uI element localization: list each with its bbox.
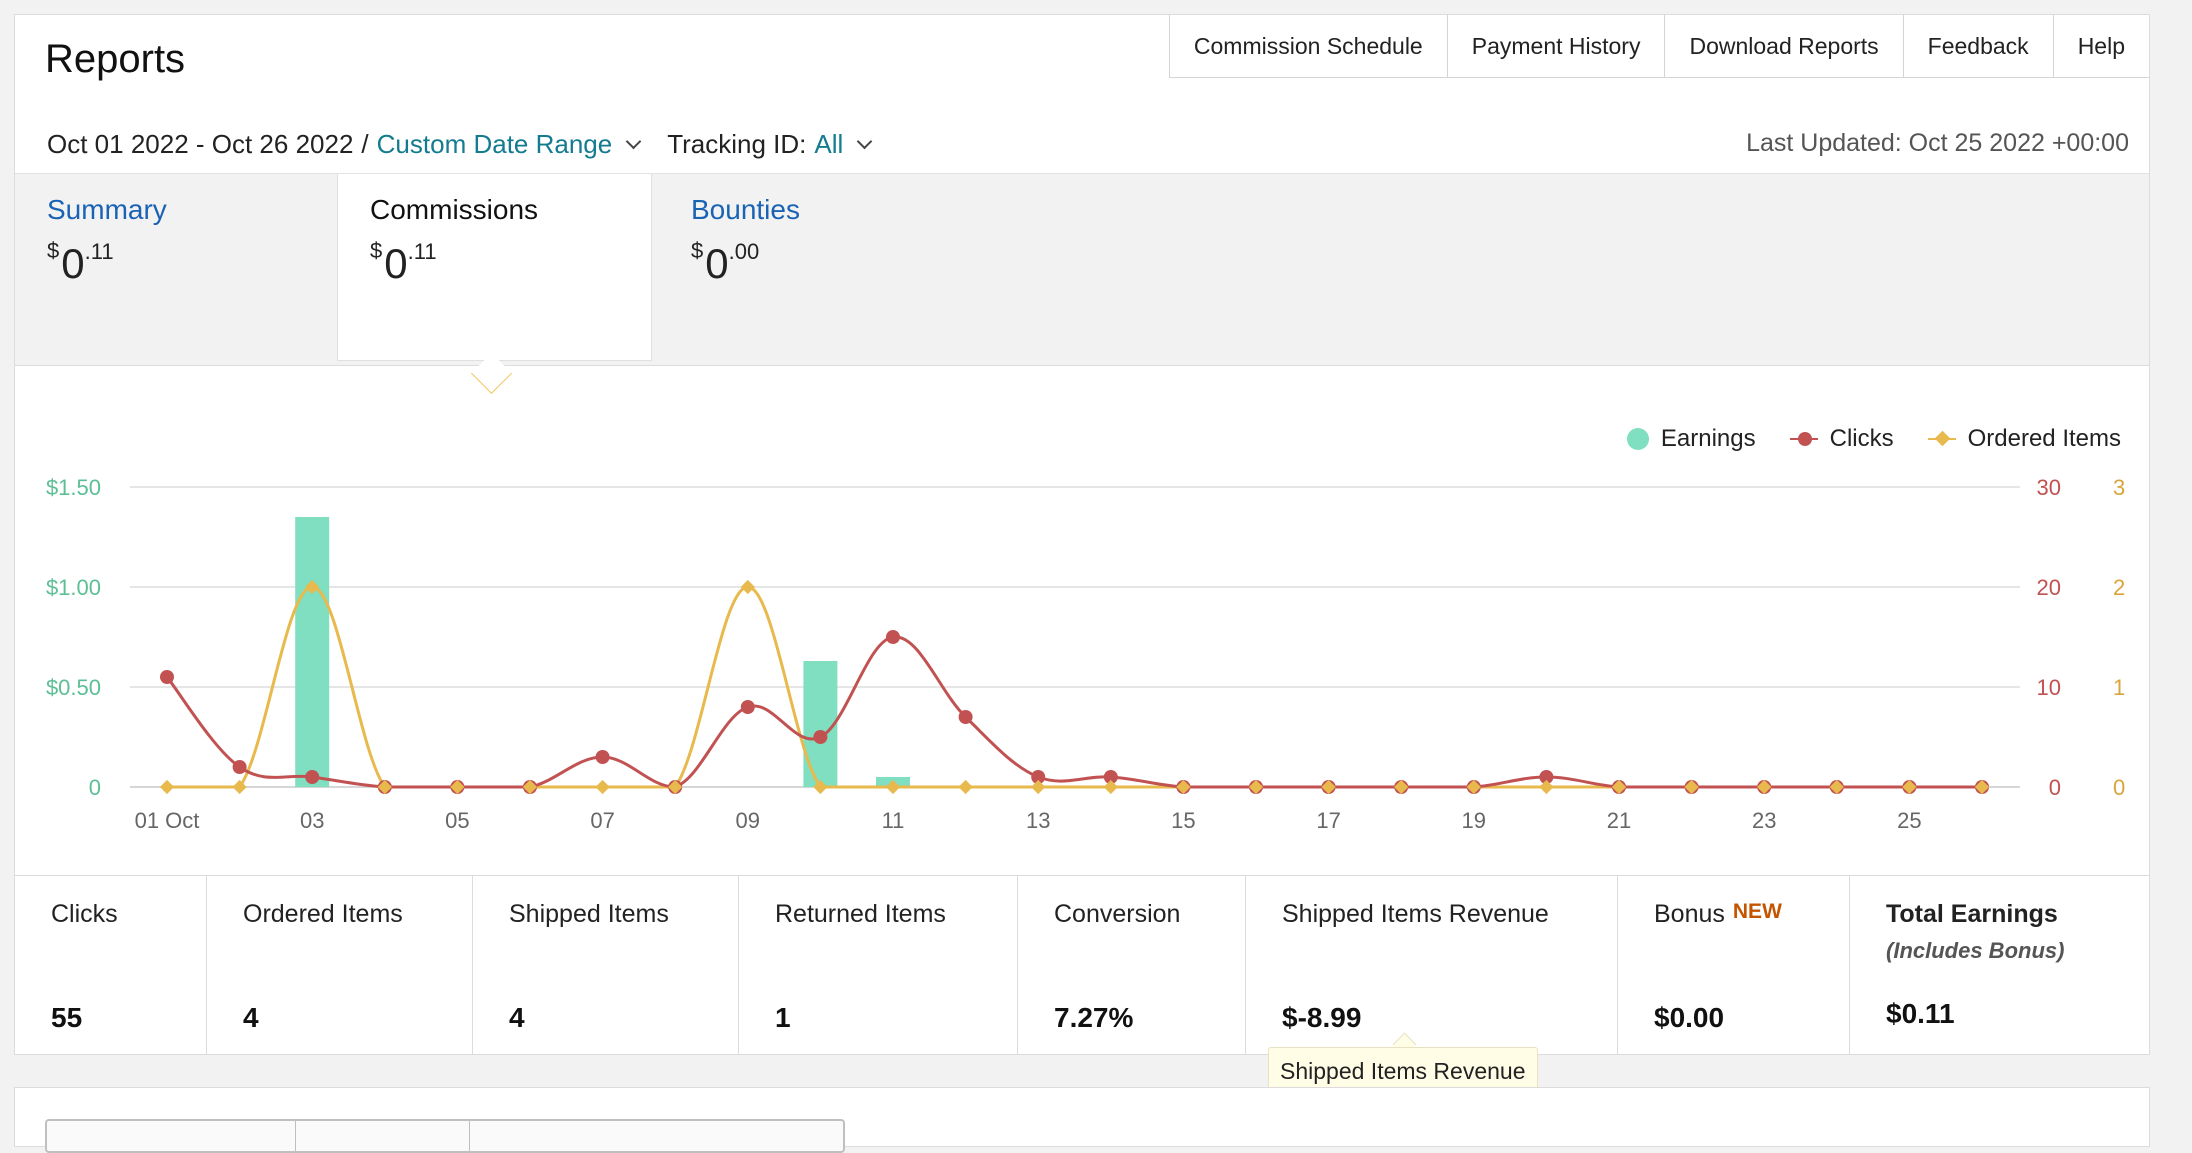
metric-bonus: Bonus NEW $0.00	[1618, 876, 1850, 1055]
y-clicks-tick: 10	[2037, 675, 2061, 700]
download-reports-button[interactable]: Download Reports	[1665, 15, 1904, 77]
tab-bounties-label: Bounties	[691, 194, 800, 225]
metric-returned-items: Returned Items 1	[739, 876, 1018, 1055]
y-ordered-tick: 3	[2113, 475, 2125, 500]
y-left-tick: $1.00	[46, 575, 101, 600]
y-left-tick: $1.50	[46, 475, 101, 500]
tab-summary[interactable]: Summary $0.11	[15, 174, 330, 367]
y-left-tick: 0	[89, 775, 101, 800]
y-ordered-tick: 2	[2113, 575, 2125, 600]
chart-plot: 0$0.50$1.00$1.500102030012301 Oct 03 05 07 0…	[46, 475, 2125, 833]
report-tabs: Summary $0.11 Commissions $0.11 Bounties…	[15, 173, 2149, 366]
help-button[interactable]: Help	[2053, 15, 2149, 77]
chevron-down-icon[interactable]	[625, 133, 642, 150]
date-range-dropdown[interactable]: Custom Date Range	[377, 129, 613, 160]
bounties-amount: $0.00	[691, 238, 760, 287]
reports-card: Reports Commission Schedule Payment Hist…	[14, 14, 2150, 1055]
top-nav: Commission Schedule Payment History Down…	[1168, 15, 2149, 78]
x-tick: 09	[736, 808, 760, 833]
y-ordered-tick: 1	[2113, 675, 2125, 700]
summary-amount: $0.11	[47, 238, 114, 287]
lower-card	[14, 1087, 2150, 1153]
x-tick: 03	[300, 808, 324, 833]
x-tick: 05	[445, 808, 469, 833]
tab-bounties[interactable]: Bounties $0.00	[659, 174, 974, 367]
date-range-text: Oct 01 2022 - Oct 26 2022	[47, 129, 354, 159]
x-tick: 01 Oct	[135, 808, 200, 833]
tab-summary-label: Summary	[47, 194, 167, 225]
new-badge: NEW	[1732, 900, 1782, 923]
earnings-bar	[295, 517, 330, 787]
y-clicks-tick: 20	[2037, 575, 2061, 600]
clicks-point	[813, 730, 828, 744]
x-tick: 23	[1752, 808, 1776, 833]
clicks-point	[232, 760, 247, 774]
payment-history-button[interactable]: Payment History	[1447, 15, 1666, 77]
clicks-point	[958, 710, 973, 724]
tracking-id-dropdown[interactable]: All	[814, 129, 843, 160]
x-tick: 17	[1316, 808, 1340, 833]
chevron-down-icon[interactable]	[857, 133, 873, 150]
tab-commissions-label: Commissions	[370, 194, 539, 225]
clicks-point	[886, 630, 900, 644]
x-tick: 11	[882, 808, 905, 833]
last-updated: Last Updated: Oct 25 2022 +00:00	[1746, 129, 2129, 157]
ordered-point	[1031, 779, 1046, 795]
commissions-amount: $0.11	[370, 238, 437, 287]
y-clicks-tick: 0	[2049, 775, 2061, 800]
ordered-point	[159, 779, 175, 795]
ordered-point	[1539, 779, 1554, 795]
metric-total-earnings: Total Earnings (Includes Bonus) $0.11	[1886, 900, 2065, 1029]
clicks-point	[595, 750, 610, 764]
metric-ordered-items: Ordered Items 4	[207, 876, 473, 1055]
clicks-point	[305, 770, 320, 784]
x-tick: 21	[1607, 808, 1631, 833]
ordered-point	[740, 579, 755, 595]
x-tick: 25	[1897, 808, 1921, 833]
y-ordered-tick: 0	[2113, 775, 2125, 800]
metric-clicks: Clicks 55	[15, 876, 207, 1055]
metric-shipped-items-revenue[interactable]: Shipped Items Revenue $-8.99	[1246, 876, 1618, 1055]
ordered-point	[232, 779, 247, 795]
earnings-chart: Earnings Clicks Ordered Items 0 $0.50 $1.0…	[15, 387, 2149, 877]
ordered-point	[958, 779, 973, 795]
x-tick: 19	[1462, 808, 1486, 833]
metric-shipped-items: Shipped Items 4	[473, 876, 739, 1055]
report-table-tabs[interactable]	[45, 1119, 845, 1153]
tab-commissions[interactable]: Commissions $0.11	[337, 174, 652, 361]
ordered-point	[595, 779, 610, 795]
clicks-point	[160, 670, 174, 684]
filter-bar: Oct 01 2022 - Oct 26 2022 / Custom Date …	[47, 129, 890, 160]
y-clicks-tick: 30	[2037, 475, 2061, 500]
clicks-series-line	[165, 635, 1982, 789]
x-tick: 13	[1026, 808, 1050, 833]
commission-schedule-button[interactable]: Commission Schedule	[1169, 15, 1448, 77]
y-left-tick: $0.50	[46, 675, 101, 700]
x-tick: 07	[590, 808, 614, 833]
page-title: Reports	[45, 37, 186, 81]
metrics-bar: Clicks 55 Ordered Items 4 Shipped Items …	[15, 875, 2149, 1055]
metric-conversion: Conversion 7.27%	[1018, 876, 1246, 1055]
tracking-id-label: Tracking ID:	[667, 129, 807, 159]
x-tick: 15	[1171, 808, 1195, 833]
date-separator: /	[361, 129, 369, 159]
feedback-button[interactable]: Feedback	[1903, 15, 2054, 77]
clicks-point	[740, 700, 755, 714]
ordered-point	[1103, 779, 1118, 795]
